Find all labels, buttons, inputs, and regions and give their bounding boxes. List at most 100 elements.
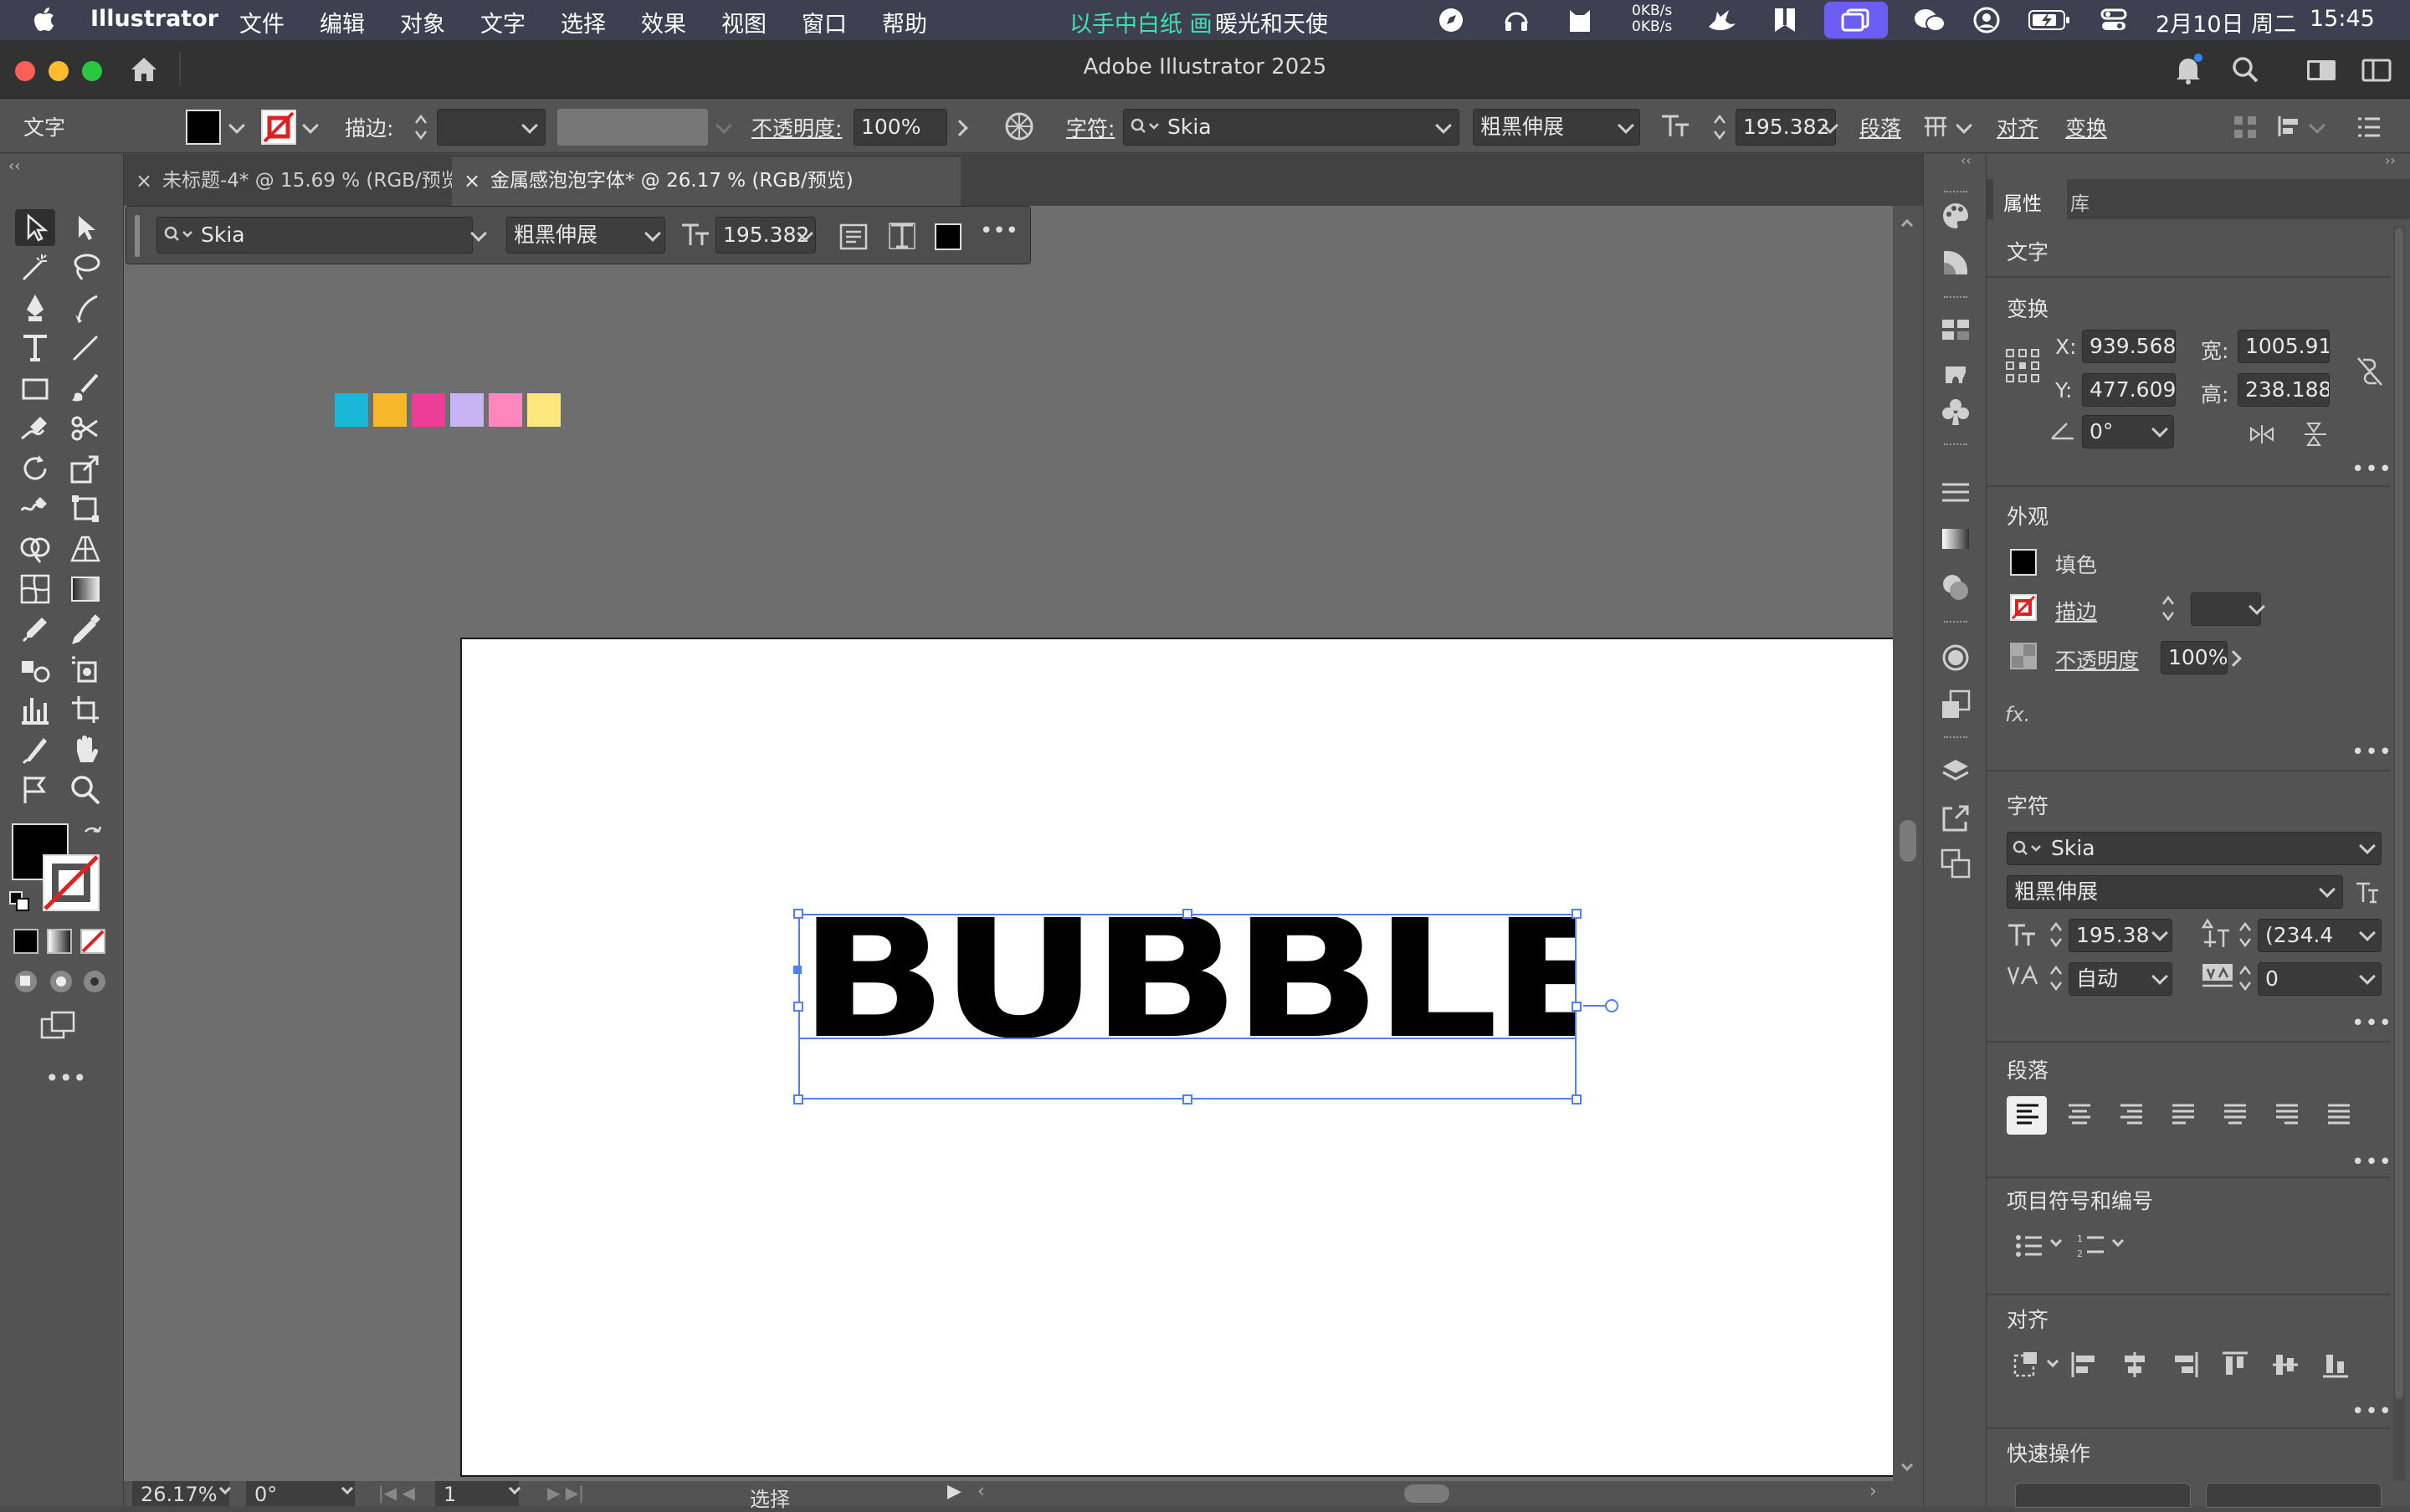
type-options-icon[interactable] (888, 222, 916, 250)
lasso-tool-icon[interactable] (67, 249, 104, 286)
paragraph-link[interactable]: 段落 (1859, 112, 1901, 142)
fill-swatch[interactable] (186, 110, 221, 145)
resize-handle[interactable] (793, 1002, 803, 1012)
resize-handle[interactable] (1572, 1094, 1582, 1105)
leading-stepper[interactable] (2238, 919, 2253, 951)
align-horizontal-centers-icon[interactable] (2120, 1351, 2149, 1379)
paintbrush-tool-icon[interactable] (67, 370, 104, 407)
y-input[interactable]: 477.609 (2082, 373, 2176, 407)
align-more-icon[interactable]: ••• (2351, 1399, 2392, 1424)
compass-icon[interactable] (1438, 7, 1464, 33)
character-more-icon[interactable]: ••• (2351, 1011, 2392, 1036)
artboard-number-field[interactable]: 1 (435, 1481, 519, 1506)
wechat-icon[interactable] (1913, 7, 1946, 33)
text-out-port[interactable] (1605, 999, 1618, 1012)
menu-type[interactable]: 文字 (480, 6, 526, 38)
glyph-dropdown-icon[interactable] (1956, 117, 1972, 134)
stroke-none-swatch[interactable] (261, 110, 296, 145)
scale-tool-icon[interactable] (67, 450, 104, 487)
numbered-dropdown-icon[interactable] (2111, 1234, 2125, 1248)
appearance-stroke-stepper[interactable] (2161, 592, 2176, 624)
menu-window[interactable]: 窗口 (802, 6, 847, 38)
align-right-icon[interactable] (2119, 1103, 2144, 1128)
tab-properties[interactable]: 属性 (2003, 187, 2042, 216)
color-mode-icon[interactable] (13, 929, 38, 954)
width-input[interactable]: 1005.91 (2238, 330, 2330, 363)
justify-all-icon[interactable] (2326, 1103, 2351, 1128)
search-icon[interactable] (2231, 55, 2259, 84)
apple-icon[interactable] (33, 7, 55, 32)
transform-link[interactable]: 变换 (2065, 112, 2107, 142)
mesh-tool-icon[interactable] (17, 571, 54, 607)
rotation-field[interactable]: 0° (246, 1481, 355, 1506)
panel-menu-icon[interactable] (2356, 116, 2382, 138)
align-to-dropdown-icon[interactable] (2046, 1355, 2059, 1368)
screen-mode-icon[interactable] (40, 1011, 77, 1041)
close-tab-icon[interactable]: × (136, 157, 152, 204)
float-font-style-input[interactable]: 粗黑伸展 (506, 217, 665, 254)
menu-effect[interactable]: 效果 (641, 6, 686, 38)
default-fill-stroke-icon[interactable] (8, 890, 30, 912)
opacity-panel-label[interactable]: 不透明度 (2055, 644, 2139, 674)
resize-handle[interactable] (793, 1094, 803, 1105)
color-swatch[interactable] (527, 393, 561, 427)
height-input[interactable]: 238.188 (2238, 373, 2330, 407)
swatches-icon[interactable] (1941, 318, 1971, 341)
headphones-icon[interactable] (1503, 7, 1530, 33)
paragraph-align-icon[interactable] (839, 223, 868, 250)
zoom-tool-icon[interactable] (67, 771, 104, 808)
flip-vertical-icon[interactable] (2303, 422, 2328, 447)
justify-right-icon[interactable] (2274, 1103, 2300, 1128)
canvas-area[interactable]: BUBBLE (124, 206, 1950, 1481)
zoom-level-field[interactable]: 26.17% (132, 1481, 229, 1506)
zoom-window-button[interactable] (82, 61, 102, 81)
tab-untitled-4[interactable]: × 未标题-4* @ 15.69 % (RGB/预览) (124, 157, 468, 206)
color-swatch[interactable] (412, 393, 445, 427)
curvature-tool-icon[interactable] (67, 290, 104, 326)
menu-select[interactable]: 选择 (561, 6, 606, 38)
vertical-scroll-thumb[interactable] (1900, 820, 1916, 862)
appearance-fill-swatch[interactable] (2010, 549, 2037, 576)
stroke-color-large[interactable] (42, 853, 100, 912)
resize-handle[interactable] (1182, 909, 1192, 919)
bullet-dropdown-icon[interactable] (2049, 1234, 2063, 1248)
graphic-styles-icon[interactable] (1941, 689, 1971, 720)
collapse-panel-icon[interactable]: ›› (2385, 152, 2396, 168)
home-icon[interactable] (129, 55, 159, 84)
appearance-more-icon[interactable]: ••• (2351, 740, 2392, 765)
appearance-opacity-arrow[interactable] (2225, 650, 2242, 667)
align-top-edges-icon[interactable] (2221, 1351, 2249, 1379)
measure-tool-icon[interactable] (67, 611, 104, 648)
quick-action-button-2[interactable] (2206, 1483, 2382, 1508)
more-tools-icon[interactable]: ••• (45, 1064, 87, 1092)
cat-icon[interactable] (1566, 5, 1593, 33)
resize-handle[interactable] (1182, 1094, 1192, 1105)
rectangle-tool-icon[interactable] (17, 370, 54, 407)
tab-metal-bubble-font[interactable]: × 金属感泡泡字体* @ 26.17 % (RGB/预览) (452, 157, 961, 206)
app-menu[interactable]: Illustrator (90, 6, 218, 32)
stroke-stepper-icon[interactable] (413, 111, 428, 143)
recolor-artwork-icon[interactable] (1004, 111, 1034, 141)
close-window-button[interactable] (15, 61, 35, 81)
color-swatch[interactable] (373, 393, 407, 427)
direct-selection-tool-icon[interactable] (67, 209, 104, 246)
character-label[interactable]: 字符: (1066, 112, 1115, 142)
warp-tool-icon[interactable] (17, 490, 54, 527)
align-to-selection-icon[interactable] (2012, 1351, 2042, 1379)
font-family-input[interactable]: Skia (1123, 109, 1459, 146)
menu-help[interactable]: 帮助 (882, 6, 927, 38)
bookmark-icon[interactable] (1772, 7, 1797, 33)
panel-font-style-input[interactable]: 粗黑伸展 (2007, 875, 2343, 909)
float-font-family-input[interactable]: Skia (156, 217, 473, 254)
glyph-options-icon[interactable] (1921, 111, 1950, 140)
perspective-grid-tool-icon[interactable] (67, 530, 104, 567)
blend-tool-icon[interactable] (17, 651, 54, 688)
color-swatch[interactable] (489, 393, 522, 427)
eyedropper-tool-icon[interactable] (17, 611, 54, 648)
horizontal-scroll-thumb[interactable] (1404, 1484, 1449, 1503)
draw-behind-icon[interactable] (49, 969, 74, 994)
symbol-sprayer-tool-icon[interactable] (67, 651, 104, 688)
battery-icon[interactable] (2028, 10, 2070, 30)
shape-builder-tool-icon[interactable] (17, 530, 54, 567)
resize-handle[interactable] (793, 909, 803, 919)
